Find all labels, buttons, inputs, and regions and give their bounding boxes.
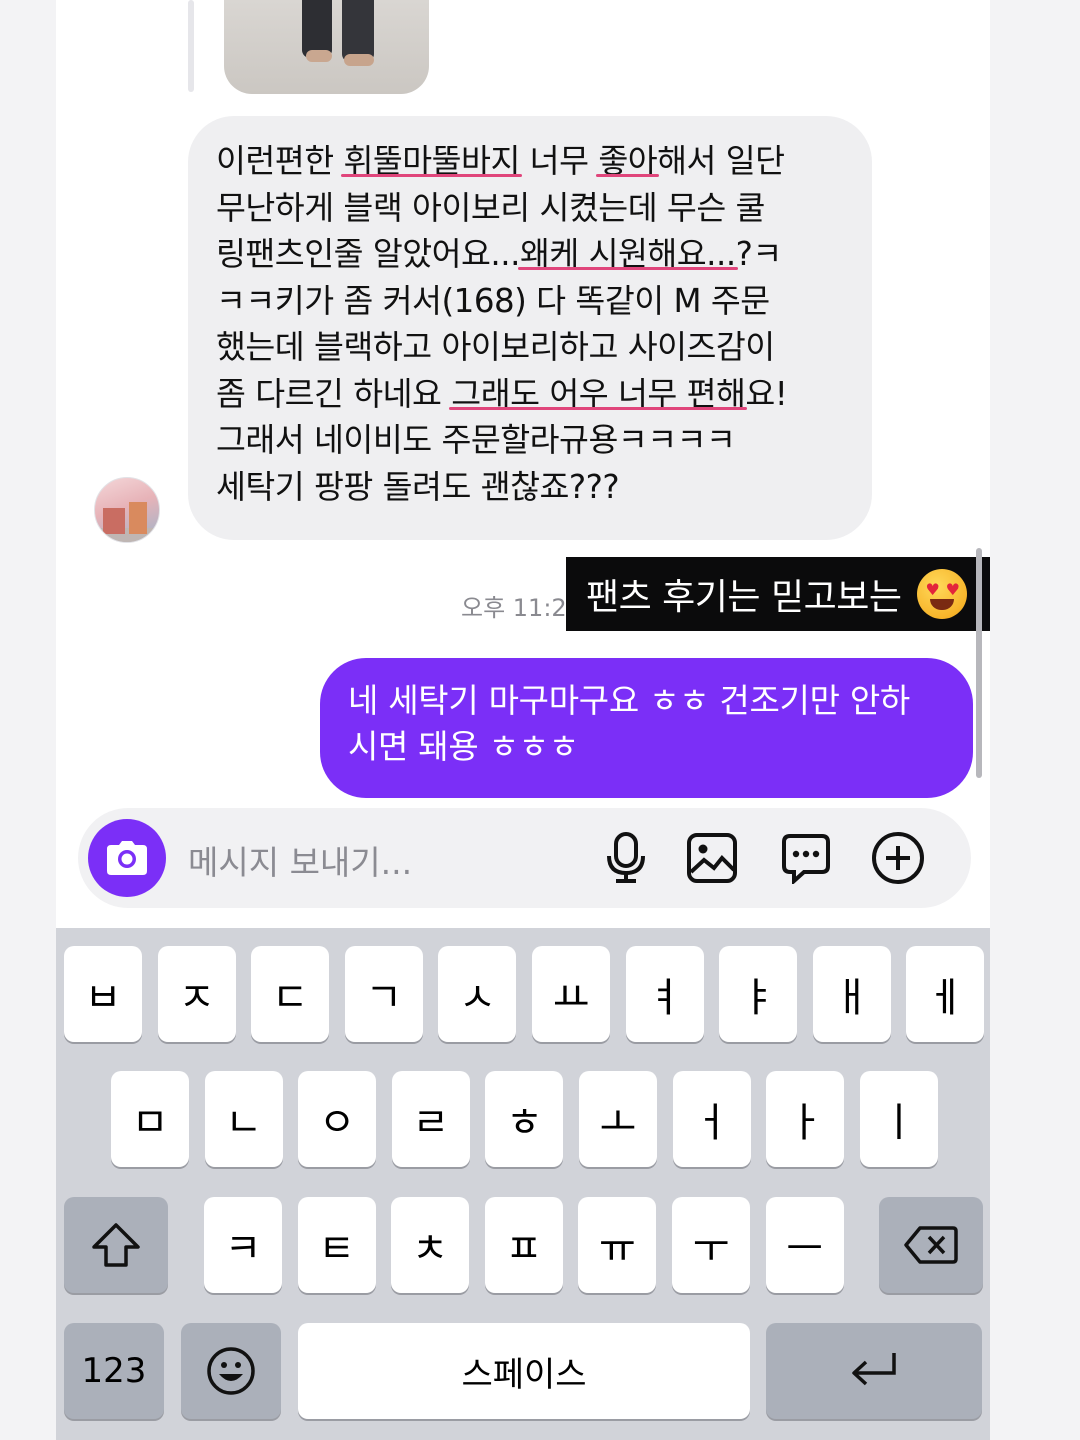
outgoing-message-line: 네 세탁기 마구마구요 ㅎㅎ 건조기만 안하 <box>348 681 910 720</box>
plus-icon <box>872 832 924 884</box>
space-key[interactable]: 스페이스 <box>298 1323 750 1419</box>
letter-key[interactable]: ㅕ <box>625 946 704 1042</box>
letter-key[interactable]: ㅑ <box>719 946 798 1042</box>
letter-key[interactable]: ㅏ <box>766 1071 845 1167</box>
sticker-button[interactable] <box>778 830 834 886</box>
letter-key[interactable]: ㅣ <box>859 1071 938 1167</box>
outgoing-message-line: 시면 돼용 ㅎㅎㅎ <box>348 727 579 766</box>
incoming-message-line: 링팬츠인줄 알았어요...왜케 시원해요...?ㅋ <box>216 235 782 273</box>
letter-key[interactable]: ㅗ <box>579 1071 657 1167</box>
incoming-message-line: 세탁기 팡팡 돌려도 괜찮죠??? <box>216 467 620 506</box>
incoming-message-line: ㅋㅋ키가 좀 커서(168) 다 똑같이 M 주문 <box>216 281 770 320</box>
letter-key[interactable]: ㅁ <box>111 1071 189 1167</box>
letter-key[interactable]: ㅋ <box>204 1197 282 1293</box>
shift-icon <box>92 1223 140 1267</box>
letter-key[interactable]: ㄷ <box>251 946 330 1042</box>
letter-key[interactable]: ㅜ <box>672 1197 750 1293</box>
incoming-message-line: 무난하게 블랙 아이보리 시켰는데 무슨 쿨 <box>216 188 765 227</box>
heart-eyes-emoji-icon: ♥ ♥ <box>917 569 968 619</box>
smiley-icon <box>207 1347 255 1395</box>
add-button[interactable] <box>870 830 926 886</box>
camera-icon <box>107 841 147 875</box>
incoming-message-bubble[interactable]: 이런편한 휘뚤마뚤바지 너무 좋아해서 일단무난하게 블랙 아이보리 시켰는데 … <box>188 116 872 540</box>
numbers-key[interactable]: 123 <box>64 1323 164 1419</box>
right-margin <box>990 0 1080 1440</box>
backspace-icon <box>904 1226 958 1264</box>
camera-button[interactable] <box>88 819 166 897</box>
return-key[interactable] <box>766 1323 982 1419</box>
return-icon <box>852 1353 896 1386</box>
scrollbar[interactable] <box>976 548 982 778</box>
message-composer: 메시지 보내기... <box>78 808 971 908</box>
letter-key[interactable]: ㅛ <box>532 946 610 1042</box>
outgoing-message-bubble[interactable]: 네 세탁기 마구마구요 ㅎㅎ 건조기만 안하 시면 돼용 ㅎㅎㅎ <box>320 658 973 798</box>
letter-key[interactable]: ㅈ <box>157 946 236 1042</box>
letter-key[interactable]: ㅌ <box>297 1197 376 1293</box>
incoming-message-line: 이런편한 휘뚤마뚤바지 너무 좋아해서 일단 <box>216 142 785 180</box>
letter-key[interactable]: ㅔ <box>906 946 985 1042</box>
underlined-phrase: 좋아 <box>598 142 658 180</box>
letter-key[interactable]: ㅠ <box>578 1197 657 1293</box>
letter-key[interactable]: ㄱ <box>344 946 423 1042</box>
letter-key[interactable]: ㅂ <box>64 946 142 1042</box>
letter-key[interactable]: ㄹ <box>391 1071 470 1167</box>
underlined-phrase: 왜케 시원해요... <box>519 235 736 273</box>
microphone-icon <box>607 832 645 883</box>
caption-text: 팬츠 후기는 믿고보는 <box>586 577 902 618</box>
sender-avatar[interactable] <box>94 477 160 543</box>
shared-photo[interactable] <box>224 0 429 94</box>
korean-keyboard: 123 스페이스 ㅂㅈㄷㄱㅅㅛㅕㅑㅐㅔㅁㄴㅇㄹㅎㅗㅓㅏㅣㅋㅌㅊㅍㅠㅜㅡ <box>56 928 990 1440</box>
incoming-message-line: 그래서 네이비도 주문할라규용ㅋㅋㅋㅋ <box>216 421 736 459</box>
dm-screen: 이런편한 휘뚤마뚤바지 너무 좋아해서 일단무난하게 블랙 아이보리 시켰는데 … <box>56 0 990 1440</box>
letter-key[interactable]: ㅍ <box>484 1197 563 1293</box>
backspace-key[interactable] <box>879 1197 983 1293</box>
letter-key[interactable]: ㅡ <box>765 1197 844 1293</box>
left-margin <box>0 0 56 1440</box>
gallery-button[interactable] <box>684 830 740 886</box>
letter-key[interactable]: ㅎ <box>485 1071 564 1167</box>
letter-key[interactable]: ㄴ <box>204 1071 283 1167</box>
underlined-phrase: 그래도 어우 너무 편해 <box>451 374 746 413</box>
letter-key[interactable]: ㅓ <box>672 1071 751 1167</box>
letter-key[interactable]: ㅐ <box>812 946 891 1042</box>
incoming-message-line: 좀 다르긴 하네요 그래도 어우 너무 편해요! <box>216 374 788 413</box>
microphone-button[interactable] <box>598 830 654 886</box>
reply-thread-line <box>188 0 194 92</box>
message-input[interactable]: 메시지 보내기... <box>188 836 412 884</box>
sticker-chat-icon <box>782 834 830 884</box>
message-timestamp: 오후 11:2 <box>461 594 567 622</box>
caption-sticker: 팬츠 후기는 믿고보는 ♥ ♥ <box>566 557 990 631</box>
letter-key[interactable]: ㅊ <box>391 1197 470 1293</box>
letter-key[interactable]: ㅅ <box>438 946 517 1042</box>
letter-key[interactable]: ㅇ <box>298 1071 377 1167</box>
emoji-key[interactable] <box>181 1323 281 1419</box>
incoming-message-line: 했는데 블랙하고 아이보리하고 사이즈감이 <box>216 328 775 366</box>
shift-key[interactable] <box>64 1197 168 1293</box>
image-icon <box>687 833 737 883</box>
underlined-phrase: 휘뚤마뚤바지 <box>343 142 520 180</box>
